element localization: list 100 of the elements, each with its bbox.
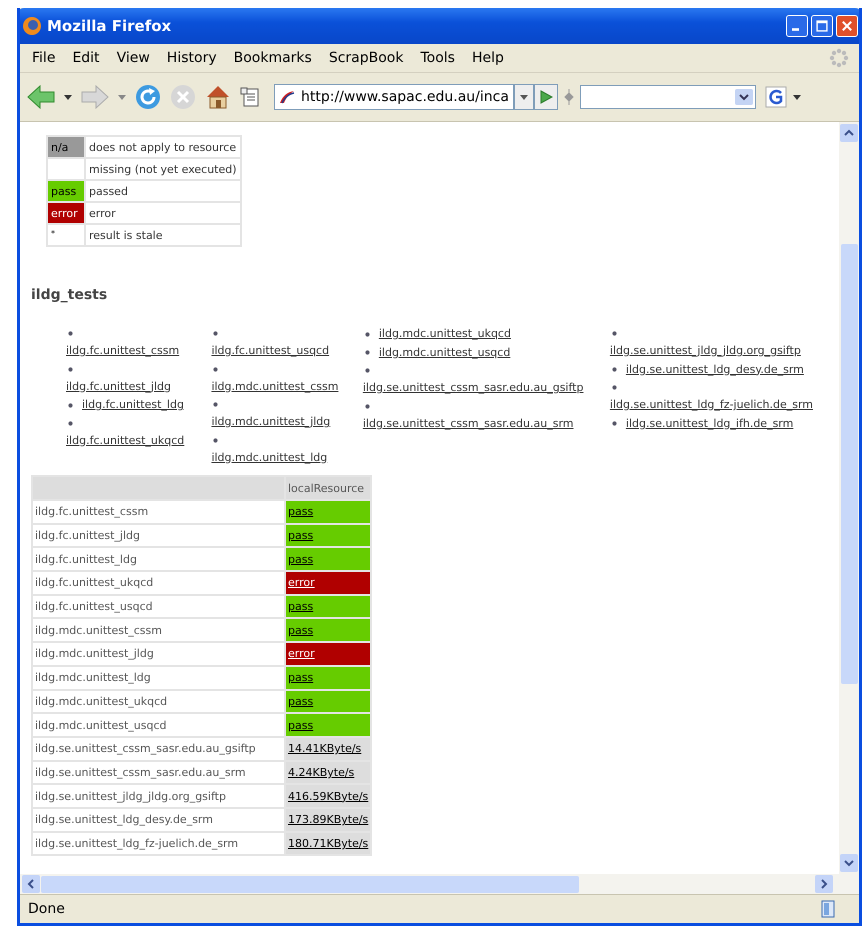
maximize-button[interactable] — [811, 15, 833, 37]
test-link[interactable]: ildg.fc.unittest_jldg — [66, 378, 172, 396]
table-cell: ildg.mdc.unittest_ldg — [33, 666, 284, 688]
test-link[interactable]: ildg.mdc.unittest_ldg — [211, 448, 328, 467]
go-button[interactable] — [534, 84, 558, 110]
test-link[interactable]: ildg.mdc.unittest_ukqcd — [378, 325, 511, 344]
status-swatch: * — [48, 225, 84, 245]
result-link[interactable]: pass — [288, 552, 314, 566]
caret-icon[interactable] — [64, 94, 72, 100]
menu-item[interactable]: File — [26, 50, 62, 66]
bullet-icon — [213, 402, 218, 407]
bullet-icon — [612, 421, 617, 426]
table-cell: passed — [86, 181, 240, 201]
vertical-scrollbar[interactable] — [839, 122, 859, 874]
resize-handle-icon[interactable] — [564, 89, 574, 105]
status-swatch: n/a — [48, 137, 84, 157]
caret-icon — [520, 94, 528, 100]
test-link[interactable]: ildg.mdc.unittest_usqcd — [378, 344, 510, 362]
test-link[interactable]: ildg.se.unittest_jldg_jldg.org_gsiftp — [610, 342, 801, 360]
status-text: Done — [28, 901, 65, 917]
menu-item[interactable]: History — [160, 50, 223, 66]
bullet-icon — [364, 350, 370, 356]
menu-item[interactable]: Tools — [414, 50, 461, 66]
table-cell: result is stale — [86, 225, 240, 245]
dropdown-icon[interactable] — [735, 89, 753, 105]
result-link[interactable]: pass — [288, 505, 314, 518]
maximize-icon — [815, 19, 829, 33]
menu-item[interactable]: Edit — [66, 50, 106, 66]
test-link[interactable]: ildg.se.unittest_ldg_fz-juelich.de_srm — [610, 396, 813, 414]
test-link[interactable]: ildg.fc.unittest_ukqcd — [66, 432, 184, 450]
result-link[interactable]: pass — [288, 671, 314, 684]
dropdown-button[interactable] — [514, 84, 534, 110]
menu-item[interactable]: Help — [466, 50, 510, 66]
table-cell: ildg.fc.unittest_jldg — [33, 524, 284, 546]
test-link[interactable]: ildg.se.unittest_cssm_sasr.edu.au_gsiftp — [362, 379, 584, 398]
test-link[interactable]: ildg.fc.unittest_usqcd — [211, 342, 330, 360]
result-link[interactable]: 180.71KByte/s — [288, 836, 368, 850]
table-cell: error — [86, 203, 240, 223]
table-cell: ildg.se.unittest_ldg_desy.de_srm — [33, 808, 284, 831]
globe-icon — [22, 16, 42, 36]
throbber-icon — [829, 48, 849, 68]
close-button[interactable] — [836, 15, 858, 37]
result-link[interactable]: pass — [288, 600, 314, 614]
test-link[interactable]: ildg.se.unittest_ldg_ifh.de_srm — [626, 414, 794, 433]
search-field[interactable] — [580, 85, 756, 109]
bullet-icon — [213, 331, 218, 336]
status-swatch: pass — [48, 181, 84, 201]
result-link[interactable]: pass — [288, 529, 314, 542]
status-swatch: error — [48, 203, 84, 223]
scroll-right-icon[interactable] — [815, 875, 833, 893]
scroll-down-icon[interactable] — [840, 854, 858, 872]
panel-icon — [821, 900, 835, 918]
address-field[interactable]: http://www.sapac.edu.au/inca — [274, 84, 514, 110]
table-cell: does not apply to resource — [86, 137, 240, 157]
table-cell: ildg.fc.unittest_usqcd — [33, 596, 284, 618]
bullet-icon — [612, 331, 617, 336]
result-link[interactable]: 4.24KByte/s — [288, 766, 354, 779]
menu-item[interactable]: ScrapBook — [322, 50, 410, 66]
test-link[interactable]: ildg.se.unittest_cssm_sasr.edu.au_srm — [362, 414, 574, 433]
bullet-icon — [68, 420, 73, 426]
table-cell: missing (not yet executed) — [86, 159, 240, 179]
result-link[interactable]: error — [288, 576, 315, 590]
scroll-up-icon[interactable] — [840, 124, 858, 142]
scroll-thumb[interactable] — [840, 244, 858, 684]
table-cell: ildg.se.unittest_jldg_jldg.org_gsiftp — [33, 785, 284, 807]
test-link[interactable]: ildg.mdc.unittest_jldg — [211, 413, 330, 432]
table-cell: ildg.se.unittest_ldg_fz-juelich.de_srm — [33, 832, 284, 854]
result-link[interactable]: 416.59KByte/s — [288, 790, 368, 803]
table-cell: ildg.fc.unittest_ldg — [33, 548, 284, 570]
play-icon — [539, 90, 553, 104]
bullet-icon — [68, 366, 73, 372]
bullet-icon — [364, 368, 370, 373]
result-link[interactable]: pass — [288, 718, 314, 732]
site-icon — [279, 89, 295, 105]
scroll-thumb[interactable] — [41, 876, 579, 892]
table-cell: ildg.mdc.unittest_ukqcd — [33, 690, 284, 712]
test-link[interactable]: ildg.fc.unittest_ldg — [82, 396, 184, 414]
test-link[interactable]: ildg.se.unittest_ldg_desy.de_srm — [626, 360, 804, 379]
caret-icon[interactable] — [793, 94, 801, 100]
result-link[interactable]: 173.89KByte/s — [288, 813, 368, 826]
table-cell: ildg.se.unittest_cssm_sasr.edu.au_srm — [33, 762, 284, 784]
bullet-icon — [364, 332, 370, 337]
result-link[interactable]: pass — [288, 694, 314, 708]
result-link[interactable]: pass — [288, 624, 314, 637]
scroll-left-icon[interactable] — [22, 875, 40, 893]
table-cell: ildg.se.unittest_cssm_sasr.edu.au_gsiftp — [33, 738, 284, 760]
result-link[interactable]: 14.41KByte/s — [288, 742, 362, 756]
minimize-button[interactable] — [786, 15, 808, 37]
search-engine-icon[interactable] — [765, 86, 787, 108]
table-cell: ildg.fc.unittest_cssm — [33, 501, 284, 523]
table-cell: ildg.mdc.unittest_usqcd — [33, 714, 284, 736]
bullet-icon — [213, 438, 218, 442]
minimize-icon — [792, 28, 799, 31]
test-link[interactable]: ildg.mdc.unittest_cssm — [211, 378, 338, 396]
result-link[interactable]: error — [288, 647, 315, 660]
horizontal-scrollbar[interactable] — [20, 874, 859, 894]
menu-item[interactable]: View — [110, 50, 156, 66]
menu-item[interactable]: Bookmarks — [228, 50, 318, 66]
table-cell: ildg.mdc.unittest_jldg — [33, 643, 284, 665]
test-link[interactable]: ildg.fc.unittest_cssm — [66, 342, 180, 360]
